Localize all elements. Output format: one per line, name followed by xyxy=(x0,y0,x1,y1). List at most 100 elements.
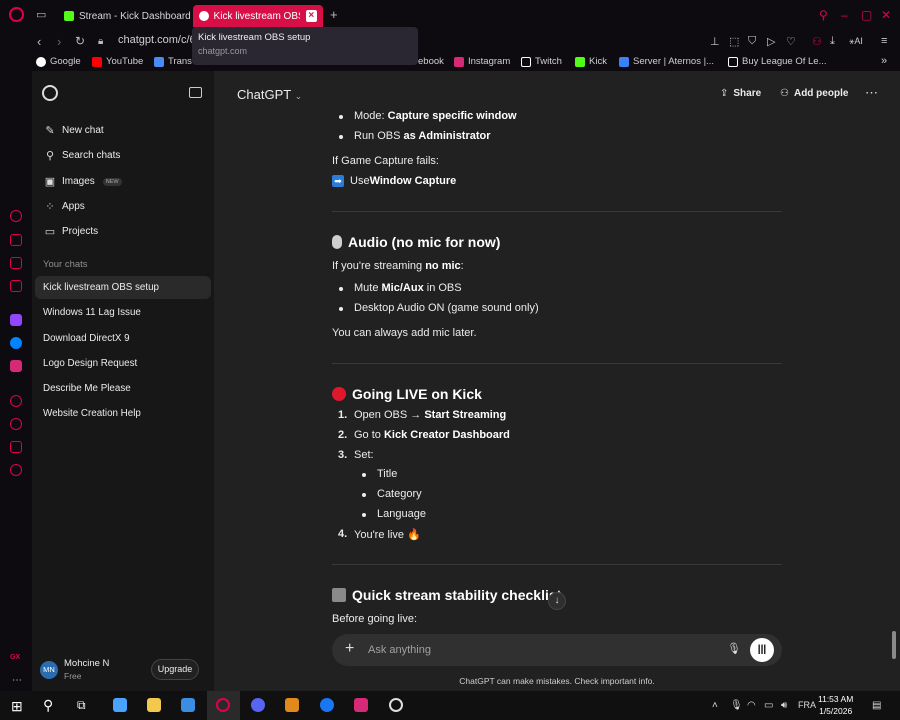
reload-icon[interactable]: ↻ xyxy=(75,34,85,48)
user-profile[interactable]: MN Mohcine N Free xyxy=(40,658,109,681)
url-field[interactable]: chatgpt.com/c/6 xyxy=(118,34,196,46)
chat-item[interactable]: Website Creation Help xyxy=(35,402,211,425)
facebook-icon[interactable] xyxy=(320,698,334,712)
chat-item[interactable]: Download DirectX 9 xyxy=(35,327,211,350)
chat-item[interactable]: Describe Me Please xyxy=(35,377,211,400)
bullet-icon xyxy=(339,135,343,139)
task-view-icon[interactable]: ⧉ xyxy=(77,698,86,713)
copilot-icon[interactable] xyxy=(113,698,127,712)
obs-icon[interactable] xyxy=(389,698,403,712)
search-chats-button[interactable]: ⚲ Search chats xyxy=(44,149,120,162)
gx-control-icon[interactable] xyxy=(10,210,22,222)
profile-icon[interactable]: ⚇ xyxy=(812,35,822,48)
monitor-icon[interactable]: ▭ xyxy=(764,700,773,711)
instagram-icon[interactable] xyxy=(354,698,368,712)
microphone-icon[interactable]: 🎙︎ xyxy=(727,642,741,655)
instagram-icon[interactable] xyxy=(10,360,22,372)
chat-icon[interactable] xyxy=(10,441,22,453)
new-tab-icon[interactable]: + xyxy=(330,7,338,22)
bookmark-facebook[interactable]: ebook xyxy=(418,56,444,67)
gx-store-icon[interactable] xyxy=(10,234,22,246)
file-explorer-icon[interactable] xyxy=(147,698,161,712)
chat-item[interactable]: Kick livestream OBS setup xyxy=(35,276,211,299)
play-icon[interactable]: ▷ xyxy=(767,35,775,48)
search-icon[interactable]: ⚲ xyxy=(819,8,828,22)
images-button[interactable]: ▣ Images NEW xyxy=(44,175,122,188)
tab-kick-dashboard[interactable]: Stream - Kick Dashboard xyxy=(58,5,197,27)
menu-label: Apps xyxy=(62,201,85,212)
chat-input[interactable] xyxy=(368,641,718,659)
upgrade-button[interactable]: Upgrade xyxy=(151,659,199,680)
download-icon[interactable]: ⤓ xyxy=(830,35,835,48)
minimize-icon[interactable]: – xyxy=(841,8,848,22)
chat-item[interactable]: Windows 11 Lag Issue xyxy=(35,301,211,324)
sidebar-toggle-icon[interactable] xyxy=(189,87,202,98)
maximize-icon[interactable]: ▢ xyxy=(861,8,872,22)
bookmark-instagram[interactable]: Instagram xyxy=(454,56,510,67)
shop-icon xyxy=(728,56,738,67)
pin-icon[interactable]: ⊥ xyxy=(710,35,720,48)
microphone-icon[interactable]: 🎙︎ xyxy=(730,700,743,711)
more-icon[interactable]: ⋯ xyxy=(12,675,22,686)
shield-icon[interactable]: ⛉ xyxy=(748,35,756,48)
bookmark-youtube[interactable]: YouTube xyxy=(92,56,143,67)
bookmark-league[interactable]: Buy League Of Le... xyxy=(728,56,827,67)
scroll-down-button[interactable]: ↓ xyxy=(548,592,566,610)
bookmark-google[interactable]: Google xyxy=(36,56,81,67)
snapshot-icon[interactable]: ⬚ xyxy=(729,35,739,48)
discord-icon[interactable] xyxy=(251,698,265,712)
bookmark-aternos[interactable]: Server | Aternos |... xyxy=(619,56,714,67)
volume-icon[interactable]: 🔊︎ xyxy=(781,700,787,711)
ai-icon[interactable]: ⚹AI xyxy=(849,36,863,47)
scrollbar[interactable] xyxy=(892,631,896,659)
projects-button[interactable]: ▭ Projects xyxy=(44,225,98,238)
gx-mail-icon[interactable] xyxy=(10,280,22,292)
opera-gx-icon[interactable] xyxy=(216,698,230,712)
clock[interactable]: 11:53 AM 1/5/2026 xyxy=(818,693,853,717)
menu-icon[interactable]: ≡ xyxy=(881,35,887,47)
wifi-icon[interactable]: ◠ xyxy=(747,700,756,711)
settings-icon[interactable] xyxy=(10,464,22,476)
plus-icon[interactable]: + xyxy=(345,640,354,658)
notifications-icon[interactable]: ▤ xyxy=(872,700,881,711)
bookmark-kick[interactable]: Kick xyxy=(575,56,607,67)
windows-start-icon[interactable]: ⊞ xyxy=(11,698,23,715)
avatar: MN xyxy=(40,660,58,679)
gx-corner-icon[interactable] xyxy=(10,257,22,269)
store-icon[interactable] xyxy=(181,698,195,712)
new-chat-button[interactable]: ✎ New chat xyxy=(44,124,103,137)
address-bar: ‹ › ↻ 🔒︎ chatgpt.com/c/6 ⊥ ⬚ ⛉ ▷ ♡ ⚇ ⤓ ⚹… xyxy=(0,30,900,54)
text: Go to xyxy=(354,429,384,441)
opera-gx-logo-icon[interactable] xyxy=(9,7,24,22)
tab-grid-icon[interactable]: ▭ xyxy=(36,8,46,21)
text: Run OBS xyxy=(354,130,404,142)
forward-icon[interactable]: › xyxy=(57,34,61,49)
bookmark-translate[interactable]: Trans xyxy=(154,56,192,67)
twitch-icon[interactable] xyxy=(10,314,22,326)
language-indicator[interactable]: FRA xyxy=(798,700,816,710)
model-selector[interactable]: ChatGPT ⌄ xyxy=(237,87,302,102)
add-people-button[interactable]: ⚇ Add people xyxy=(780,88,848,99)
chat-item[interactable]: Logo Design Request xyxy=(35,352,211,375)
bookmark-label: Kick xyxy=(589,56,607,67)
share-button[interactable]: ⇪ Share xyxy=(720,88,761,99)
apps-icon: ⁘ xyxy=(45,201,55,213)
apps-button[interactable]: ⁘ Apps xyxy=(44,200,85,213)
text: in OBS xyxy=(423,282,462,294)
back-icon[interactable]: ‹ xyxy=(37,34,41,49)
close-tab-icon[interactable]: × xyxy=(305,10,317,22)
tab-kick-obs-setup[interactable]: Kick livestream OBS se × xyxy=(193,5,323,27)
heart-icon[interactable]: ♡ xyxy=(786,35,796,48)
bookmark-twitch[interactable]: Twitch xyxy=(521,56,562,67)
messenger-icon[interactable] xyxy=(10,337,22,349)
close-window-icon[interactable]: ✕ xyxy=(881,8,891,22)
more-options-icon[interactable]: ⋯ xyxy=(865,85,878,101)
voice-mode-icon[interactable]: ||| xyxy=(750,638,774,662)
chevron-up-icon[interactable]: ˄ xyxy=(712,700,718,711)
openai-logo-icon[interactable] xyxy=(42,85,58,101)
history-icon[interactable] xyxy=(10,418,22,430)
fl-studio-icon[interactable] xyxy=(285,698,299,712)
player-icon[interactable] xyxy=(10,395,22,407)
more-bookmarks-icon[interactable]: » xyxy=(881,55,887,67)
search-icon[interactable]: ⚲ xyxy=(43,697,53,714)
